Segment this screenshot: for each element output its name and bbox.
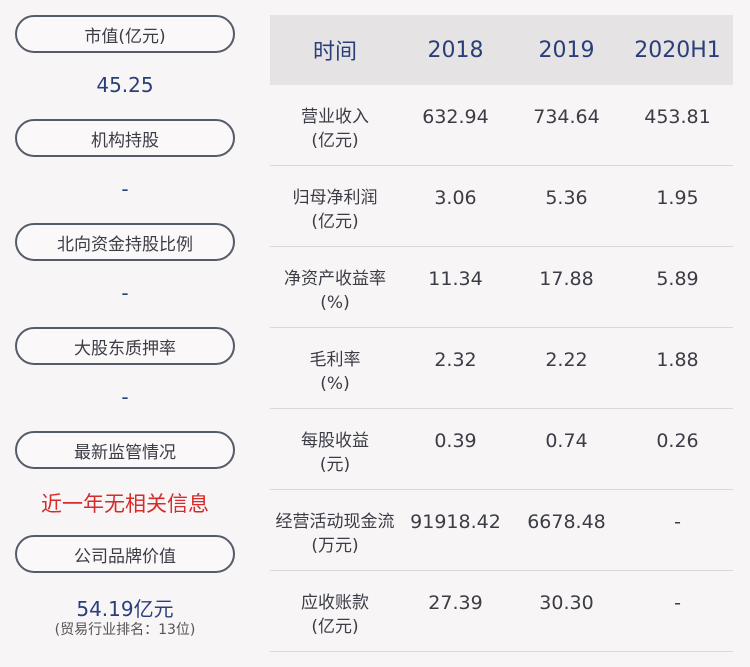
cell-2020h1: 0.26 xyxy=(656,430,699,452)
table-row: 每股收益 (元) 0.39 0.74 0.26 xyxy=(270,409,733,490)
table-row: 经营活动现金流 (万元) 91918.42 6678.48 - xyxy=(270,490,733,571)
cell-2018: 91918.42 xyxy=(410,511,501,533)
financial-table: 时间 2018 2019 2020H1 营业收入 (亿元) 632.94 734.… xyxy=(270,15,733,652)
cell-2020h1: 1.88 xyxy=(656,349,699,371)
cell-2020h1: - xyxy=(674,592,681,614)
row-label: 应收账款 (亿元) xyxy=(270,571,400,651)
row-unit: (万元) xyxy=(311,536,359,556)
table-row: 应收账款 (亿元) 27.39 30.30 - xyxy=(270,571,733,652)
institutional-holding-value: - xyxy=(121,177,129,201)
row-name: 毛利率 xyxy=(309,350,361,370)
row-name: 经营活动现金流 xyxy=(275,512,395,532)
row-name: 应收账款 xyxy=(301,593,369,613)
institutional-holding-label-text: 机构持股 xyxy=(91,130,159,151)
header-2020h1: 2020H1 xyxy=(634,37,721,63)
row-name: 净资产收益率 xyxy=(284,269,386,289)
row-name: 营业收入 xyxy=(301,107,369,127)
table-header: 时间 2018 2019 2020H1 xyxy=(270,15,733,85)
northbound-holding-label: 北向资金持股比例 xyxy=(15,223,235,261)
row-unit: (元) xyxy=(319,455,351,475)
cell-2019: 5.36 xyxy=(545,187,588,209)
pledge-ratio-label-text: 大股东质押率 xyxy=(74,338,176,359)
cell-2018: 0.39 xyxy=(434,430,477,452)
northbound-holding-label-text: 北向资金持股比例 xyxy=(57,234,193,255)
header-time: 时间 xyxy=(312,40,357,65)
cell-2018: 27.39 xyxy=(428,592,483,614)
brand-value-label-text: 公司品牌价值 xyxy=(74,546,176,567)
regulatory-status-label: 最新监管情况 xyxy=(15,431,235,469)
cell-2020h1: 1.95 xyxy=(656,187,699,209)
cell-2018: 632.94 xyxy=(422,106,489,128)
market-cap-value: 45.25 xyxy=(96,73,154,97)
cell-2020h1: - xyxy=(674,511,681,533)
cell-2019: 6678.48 xyxy=(527,511,606,533)
cell-2019: 734.64 xyxy=(533,106,600,128)
row-label: 经营活动现金流 (万元) xyxy=(270,490,400,570)
row-unit: (亿元) xyxy=(311,617,359,637)
row-label: 营业收入 (亿元) xyxy=(270,85,400,165)
northbound-holding-value: - xyxy=(121,281,129,305)
row-name: 归母净利润 xyxy=(292,188,378,208)
cell-2019: 30.30 xyxy=(539,592,594,614)
cell-2019: 2.22 xyxy=(545,349,588,371)
header-2018: 2018 xyxy=(427,37,484,63)
cell-2019: 17.88 xyxy=(539,268,594,290)
regulatory-status-value: 近一年无相关信息 xyxy=(41,492,209,516)
market-cap-label: 市值(亿元) xyxy=(15,15,235,53)
cell-2018: 2.32 xyxy=(434,349,477,371)
table-row: 归母净利润 (亿元) 3.06 5.36 1.95 xyxy=(270,166,733,247)
institutional-holding-label: 机构持股 xyxy=(15,119,235,157)
cell-2018: 3.06 xyxy=(434,187,477,209)
cell-2018: 11.34 xyxy=(428,268,483,290)
regulatory-status-label-text: 最新监管情况 xyxy=(74,442,176,463)
brand-value-value: 54.19亿元 xyxy=(76,597,174,621)
row-unit: (亿元) xyxy=(311,131,359,151)
header-2019: 2019 xyxy=(538,37,595,63)
market-cap-label-text: 市值(亿元) xyxy=(84,26,166,47)
cell-2020h1: 453.81 xyxy=(644,106,711,128)
pledge-ratio-value: - xyxy=(121,385,129,409)
row-label: 每股收益 (元) xyxy=(270,409,400,489)
brand-value-label: 公司品牌价值 xyxy=(15,535,235,573)
brand-value-rank: (贸易行业排名：13位) xyxy=(54,622,196,638)
row-label: 净资产收益率 (%) xyxy=(270,247,400,327)
row-name: 每股收益 xyxy=(301,431,369,451)
table-row: 毛利率 (%) 2.32 2.22 1.88 xyxy=(270,328,733,409)
row-label: 归母净利润 (亿元) xyxy=(270,166,400,246)
cell-2020h1: 5.89 xyxy=(656,268,699,290)
table-row: 营业收入 (亿元) 632.94 734.64 453.81 xyxy=(270,85,733,166)
row-unit: (%) xyxy=(320,374,350,394)
pledge-ratio-label: 大股东质押率 xyxy=(15,327,235,365)
table-row: 净资产收益率 (%) 11.34 17.88 5.89 xyxy=(270,247,733,328)
row-unit: (%) xyxy=(320,293,350,313)
row-unit: (亿元) xyxy=(311,212,359,232)
row-label: 毛利率 (%) xyxy=(270,328,400,408)
cell-2019: 0.74 xyxy=(545,430,588,452)
